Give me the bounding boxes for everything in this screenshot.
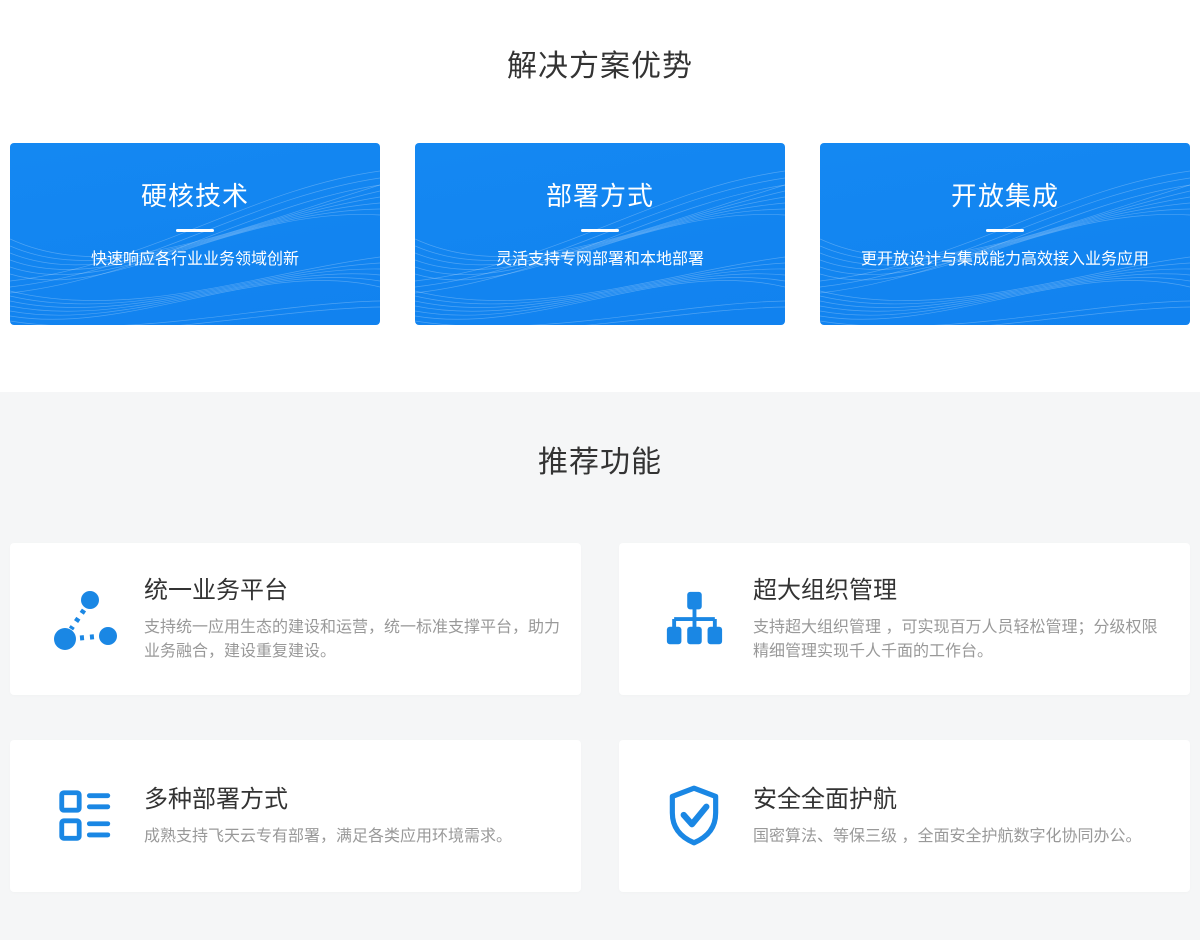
feature-card-deployment-modes: 多种部署方式 成熟支持飞天云专有部署，满足各类应用环境需求。 <box>10 740 581 892</box>
feature-desc: 国密算法、等保三级 ，全面安全护航数字化协同办公。 <box>753 825 1141 849</box>
advantages-section-title: 解决方案优势 <box>10 46 1190 88</box>
divider <box>581 229 619 232</box>
advantage-card-desc: 更开放设计与集成能力高效接入业务应用 <box>861 249 1149 271</box>
advantage-card-desc: 灵活支持专网部署和本地部署 <box>496 249 704 271</box>
feature-card-large-org: 超大组织管理 支持超大组织管理 ，可实现百万人员轻松管理；分级权限精细管理实现千… <box>619 543 1190 695</box>
wave-decoration <box>820 143 1190 325</box>
org-chart-icon <box>661 586 727 652</box>
shield-check-icon <box>661 783 727 849</box>
advantage-card-hardcore-tech: 硬核技术 快速响应各行业业务领域创新 <box>10 143 380 325</box>
recommended-features-section: 推荐功能 统一业务平台 支持统一应用生态的建设和运营，统一标准支撑平台，助力业务… <box>0 392 1200 940</box>
feature-desc: 成熟支持飞天云专有部署，满足各类应用环境需求。 <box>144 825 512 849</box>
features-section-title: 推荐功能 <box>10 442 1190 484</box>
solution-advantages-section: 解决方案优势 硬核技术 快速响应各行业业务领域创新 部署方式 灵活支持专网部署和… <box>0 0 1200 392</box>
advantage-card-open-integration: 开放集成 更开放设计与集成能力高效接入业务应用 <box>820 143 1190 325</box>
list-icon <box>52 783 118 849</box>
divider <box>176 229 214 232</box>
divider <box>986 229 1024 232</box>
feature-title: 安全全面护航 <box>753 783 1141 817</box>
advantage-card-title: 开放集成 <box>951 179 1059 213</box>
wave-decoration <box>10 143 380 325</box>
advantage-card-desc: 快速响应各行业业务领域创新 <box>91 249 299 271</box>
wave-decoration <box>415 143 785 325</box>
feature-title: 超大组织管理 <box>753 574 1170 608</box>
feature-card-security: 安全全面护航 国密算法、等保三级 ，全面安全护航数字化协同办公。 <box>619 740 1190 892</box>
feature-card-grid: 统一业务平台 支持统一应用生态的建设和运营，统一标准支撑平台，助力业务融合，建设… <box>10 543 1190 892</box>
feature-title: 统一业务平台 <box>144 574 561 608</box>
advantage-card-title: 硬核技术 <box>141 179 249 213</box>
advantage-card-deployment: 部署方式 灵活支持专网部署和本地部署 <box>415 143 785 325</box>
feature-desc: 支持超大组织管理 ，可实现百万人员轻松管理；分级权限精细管理实现千人千面的工作台… <box>753 616 1170 664</box>
advantage-card-list: 硬核技术 快速响应各行业业务领域创新 部署方式 灵活支持专网部署和本地部署 开放… <box>10 143 1190 325</box>
advantage-card-title: 部署方式 <box>546 179 654 213</box>
scatter-nodes-icon <box>52 586 118 652</box>
feature-card-unified-platform: 统一业务平台 支持统一应用生态的建设和运营，统一标准支撑平台，助力业务融合，建设… <box>10 543 581 695</box>
feature-title: 多种部署方式 <box>144 783 512 817</box>
feature-desc: 支持统一应用生态的建设和运营，统一标准支撑平台，助力业务融合，建设重复建设。 <box>144 616 561 664</box>
